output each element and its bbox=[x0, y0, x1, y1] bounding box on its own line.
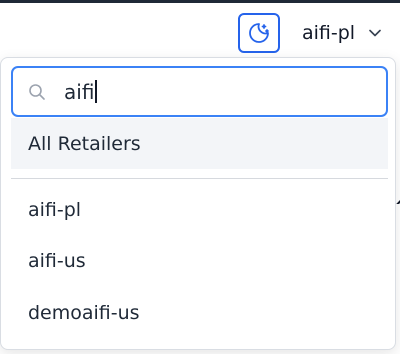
theme-toggle-button[interactable] bbox=[238, 13, 280, 53]
chevron-down-icon bbox=[369, 29, 381, 37]
retailer-select[interactable]: aifi-pl bbox=[302, 18, 400, 48]
option-aifi-us[interactable]: aifi-us bbox=[11, 237, 388, 285]
search-value: aifi bbox=[64, 80, 98, 104]
search-icon bbox=[28, 83, 46, 105]
text-caret bbox=[95, 80, 98, 103]
moon-stars-icon bbox=[249, 23, 269, 43]
retailer-dropdown: aifi All Retailers aifi-pl aifi-us demoa… bbox=[0, 57, 396, 350]
selected-retailer-label: aifi-pl bbox=[302, 22, 356, 44]
option-aifi-pl[interactable]: aifi-pl bbox=[11, 186, 388, 234]
top-border bbox=[0, 0, 400, 3]
divider bbox=[11, 178, 388, 179]
option-all-retailers[interactable]: All Retailers bbox=[11, 118, 388, 169]
option-demoaifi-us[interactable]: demoaifi-us bbox=[11, 289, 388, 337]
search-input[interactable]: aifi bbox=[11, 66, 388, 117]
